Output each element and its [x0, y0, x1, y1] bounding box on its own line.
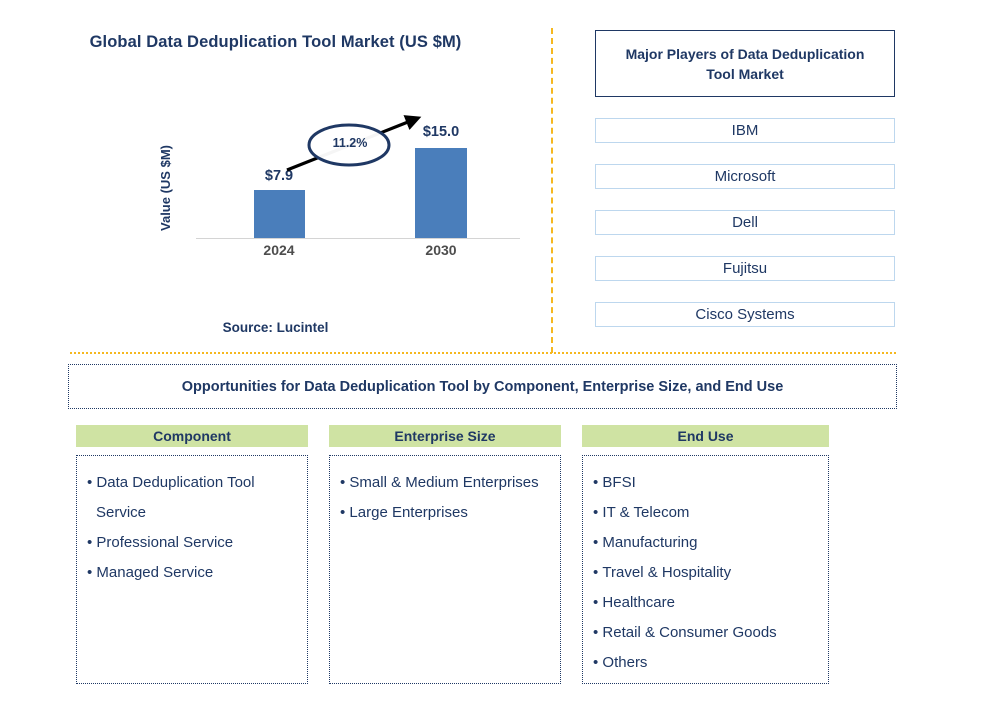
- column-header-enterprise-size: Enterprise Size: [329, 425, 561, 447]
- x-tick-label-2024: 2024: [263, 242, 295, 258]
- column-header-component: Component: [76, 425, 308, 447]
- player-label: IBM: [731, 122, 759, 139]
- component-list: Data Deduplication Tool Service Professi…: [87, 468, 297, 588]
- list-item: Manufacturing: [593, 528, 818, 558]
- source-note: Source: Lucintel: [222, 320, 329, 335]
- player-item-dell[interactable]: Dell: [595, 210, 895, 235]
- list-item: Managed Service: [87, 558, 297, 588]
- player-label: Microsoft: [714, 168, 776, 185]
- list-item: Large Enterprises: [340, 498, 550, 528]
- player-item-ibm[interactable]: IBM: [595, 118, 895, 143]
- x-tick-label-2030: 2030: [425, 242, 457, 258]
- vertical-divider: [551, 28, 553, 353]
- list-item: Data Deduplication Tool Service: [87, 468, 297, 528]
- list-item: IT & Telecom: [593, 498, 818, 528]
- player-item-fujitsu[interactable]: Fujitsu: [595, 256, 895, 281]
- chart-x-axis-line: [196, 238, 520, 239]
- player-label: Dell: [732, 214, 758, 231]
- player-item-cisco-systems[interactable]: Cisco Systems: [595, 302, 895, 327]
- enterprise-size-list: Small & Medium Enterprises Large Enterpr…: [340, 468, 550, 528]
- column-body-enterprise-size: Small & Medium Enterprises Large Enterpr…: [329, 455, 561, 684]
- list-item: Small & Medium Enterprises: [340, 468, 550, 498]
- player-label: Cisco Systems: [695, 306, 795, 323]
- list-item: Healthcare: [593, 588, 818, 618]
- list-item: Others: [593, 648, 818, 678]
- list-item: Retail & Consumer Goods: [593, 618, 818, 648]
- column-body-component: Data Deduplication Tool Service Professi…: [76, 455, 308, 684]
- chart-title: Global Data Deduplication Tool Market (U…: [89, 33, 462, 51]
- major-players-header: Major Players of Data Deduplication Tool…: [595, 30, 895, 97]
- list-item: BFSI: [593, 468, 818, 498]
- column-body-end-use: BFSI IT & Telecom Manufacturing Travel &…: [582, 455, 829, 684]
- major-players-panel: Major Players of Data Deduplication Tool…: [595, 30, 895, 327]
- end-use-list: BFSI IT & Telecom Manufacturing Travel &…: [593, 468, 818, 678]
- bar-2024: [254, 190, 305, 238]
- cagr-value-label: 11.2%: [332, 136, 368, 150]
- opportunities-banner: Opportunities for Data Deduplication Too…: [68, 364, 897, 409]
- horizontal-divider: [70, 352, 896, 354]
- player-label: Fujitsu: [722, 260, 768, 277]
- market-chart-panel: Global Data Deduplication Tool Market (U…: [0, 0, 551, 352]
- list-item: Professional Service: [87, 528, 297, 558]
- column-header-end-use: End Use: [582, 425, 829, 447]
- list-item: Travel & Hospitality: [593, 558, 818, 588]
- chart-y-axis-label: Value (US $M): [158, 145, 173, 231]
- player-item-microsoft[interactable]: Microsoft: [595, 164, 895, 189]
